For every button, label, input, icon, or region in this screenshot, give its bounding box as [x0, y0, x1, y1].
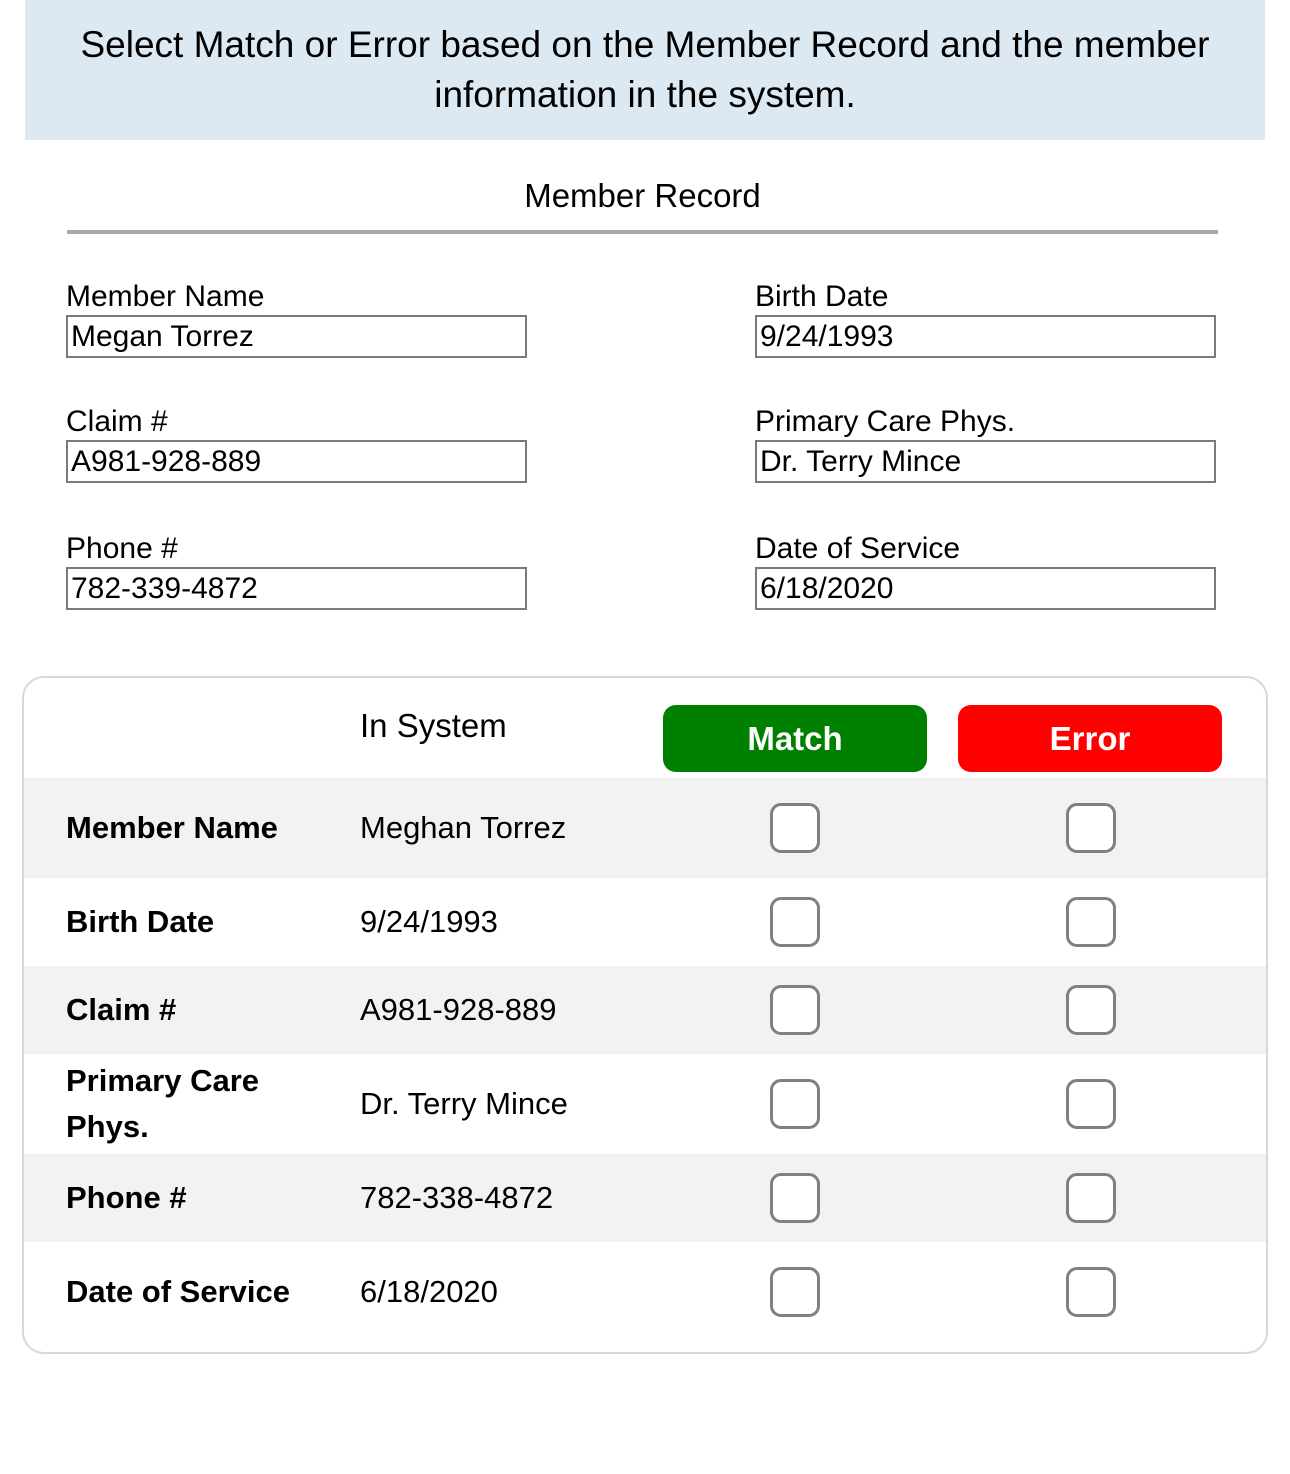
row-value-birth-date: 9/24/1993 — [360, 904, 498, 939]
record-value-birth-date[interactable]: 9/24/1993 — [755, 315, 1216, 358]
table-row: Date of Service 6/18/2020 — [24, 1242, 1266, 1342]
match-button[interactable]: Match — [663, 705, 927, 772]
match-checkbox-member-name[interactable] — [770, 803, 820, 853]
match-checkbox-claim-number[interactable] — [770, 985, 820, 1035]
match-checkbox-birth-date[interactable] — [770, 897, 820, 947]
record-field-primary-care-phys: Primary Care Phys. Dr. Terry Mince — [755, 404, 1216, 483]
instruction-text: Select Match or Error based on the Membe… — [80, 24, 1210, 115]
record-value-primary-care-phys[interactable]: Dr. Terry Mince — [755, 440, 1216, 483]
row-value-phone-number: 782-338-4872 — [360, 1180, 554, 1215]
row-label-claim-number: Claim # — [66, 992, 177, 1027]
error-checkbox-birth-date[interactable] — [1066, 897, 1116, 947]
error-checkbox-date-of-service[interactable] — [1066, 1267, 1116, 1317]
record-label-primary-care-phys: Primary Care Phys. — [755, 405, 1016, 438]
record-value-claim-number[interactable]: A981-928-889 — [66, 440, 527, 483]
error-checkbox-phone-number[interactable] — [1066, 1173, 1116, 1223]
record-label-member-name: Member Name — [66, 280, 265, 313]
record-field-claim-number: Claim # A981-928-889 — [66, 404, 527, 483]
table-row: Claim # A981-928-889 — [24, 966, 1266, 1054]
row-value-member-name: Meghan Torrez — [360, 810, 567, 845]
member-record-title: Member Record — [524, 177, 761, 214]
error-checkbox-claim-number[interactable] — [1066, 985, 1116, 1035]
row-value-primary-care-phys: Dr. Terry Mince — [360, 1086, 568, 1121]
row-label-member-name: Member Name — [66, 810, 278, 845]
record-field-phone-number: Phone # 782-339-4872 — [66, 531, 527, 610]
error-checkbox-primary-care-phys[interactable] — [1066, 1079, 1116, 1129]
record-field-member-name: Member Name Megan Torrez — [66, 279, 527, 358]
comparison-table-header: In System Match Error — [24, 678, 1266, 778]
record-label-birth-date: Birth Date — [755, 280, 889, 313]
instruction-banner: Select Match or Error based on the Membe… — [25, 0, 1265, 140]
table-row: Primary Care Phys. Dr. Terry Mince — [24, 1054, 1266, 1154]
row-label-primary-care-phys: Primary Care Phys. — [66, 1063, 260, 1144]
record-label-phone-number: Phone # — [66, 532, 178, 565]
error-checkbox-member-name[interactable] — [1066, 803, 1116, 853]
record-field-birth-date: Birth Date 9/24/1993 — [755, 279, 1216, 358]
match-checkbox-primary-care-phys[interactable] — [770, 1079, 820, 1129]
table-row: Phone # 782-338-4872 — [24, 1154, 1266, 1242]
row-label-phone-number: Phone # — [66, 1180, 187, 1215]
record-value-member-name[interactable]: Megan Torrez — [66, 315, 527, 358]
column-header-in-system: In System — [360, 707, 507, 744]
record-label-claim-number: Claim # — [66, 405, 168, 438]
row-label-birth-date: Birth Date — [66, 904, 215, 939]
member-record-divider — [67, 230, 1218, 234]
comparison-card: In System Match Error Member Name Meghan… — [22, 676, 1268, 1354]
record-value-phone-number[interactable]: 782-339-4872 — [66, 567, 527, 610]
table-row: Member Name Meghan Torrez — [24, 778, 1266, 878]
comparison-table: In System Match Error Member Name Meghan… — [24, 678, 1266, 1342]
table-row: Birth Date 9/24/1993 — [24, 878, 1266, 966]
record-field-date-of-service: Date of Service 6/18/2020 — [755, 531, 1216, 610]
match-checkbox-date-of-service[interactable] — [770, 1267, 820, 1317]
record-label-date-of-service: Date of Service — [755, 532, 961, 565]
row-label-date-of-service: Date of Service — [66, 1274, 290, 1309]
record-value-date-of-service[interactable]: 6/18/2020 — [755, 567, 1216, 610]
row-value-date-of-service: 6/18/2020 — [360, 1274, 498, 1309]
match-checkbox-phone-number[interactable] — [770, 1173, 820, 1223]
error-button[interactable]: Error — [958, 705, 1222, 772]
row-value-claim-number: A981-928-889 — [360, 992, 557, 1027]
